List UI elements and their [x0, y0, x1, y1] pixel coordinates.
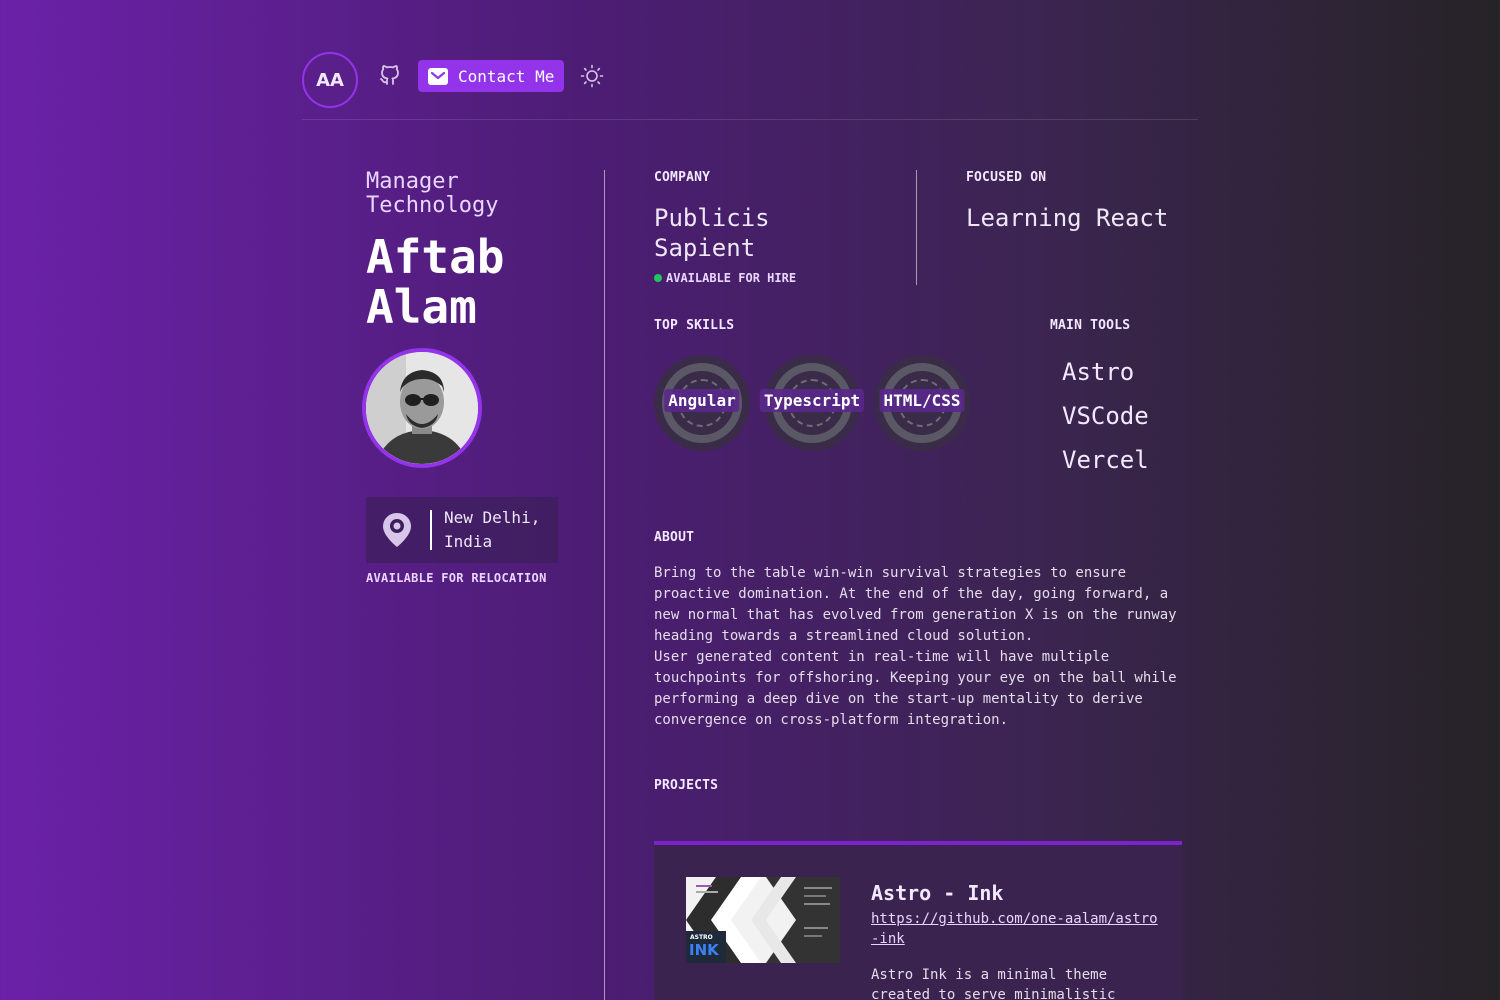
project-card[interactable]: ASTRO INK Astro - Ink https://github.com… [654, 841, 1182, 1000]
hire-status-label: AVAILABLE FOR HIRE [666, 271, 797, 285]
job-title-line2: Technology [366, 193, 499, 218]
about-text: Bring to the table win-win survival stra… [654, 563, 1184, 731]
project-description-line: Astro Ink is a minimal theme [871, 967, 1108, 983]
tool-item: Astro [1062, 358, 1135, 386]
github-icon[interactable] [378, 63, 402, 87]
project-title: Astro - Ink [871, 881, 1004, 905]
about-line: touchpoints for offshoring. Keeping your… [654, 670, 1177, 686]
skill-badge: HTML/CSS [874, 355, 970, 451]
location-line2: India [444, 532, 493, 551]
about-line: User generated content in real-time will… [654, 649, 1110, 665]
about-line: convergence on cross-platform integratio… [654, 712, 1009, 728]
about-line: performing a deep dive on the start-up m… [654, 691, 1143, 707]
company-label: COMPANY [654, 170, 711, 185]
hire-status: AVAILABLE FOR HIRE [654, 271, 894, 285]
location-box: New Delhi, India [366, 497, 558, 563]
map-pin-icon [383, 513, 411, 547]
location-line1: New Delhi, [444, 508, 541, 527]
relocation-status: AVAILABLE FOR RELOCATION [366, 571, 547, 585]
focused-value: Learning React [966, 204, 1169, 232]
person-name: Aftab Alam [366, 232, 586, 332]
project-description: Astro Ink is a minimal theme created to … [871, 965, 1161, 1000]
company-divider [916, 170, 917, 285]
company-section: COMPANY Publicis Sapient AVAILABLE FOR H… [654, 170, 894, 285]
location-divider [430, 510, 432, 550]
job-title: Manager Technology [366, 170, 586, 218]
skill-name: Typescript [759, 389, 865, 412]
skills-label: TOP SKILLS [654, 318, 735, 333]
project-thumbnail[interactable]: ASTRO INK [686, 877, 840, 963]
skill-name: Angular [664, 389, 740, 412]
skills-list: Angular Typescript HTML/CSS [654, 355, 994, 455]
contact-me-label: Contact Me [458, 66, 555, 86]
job-title-line1: Manager [366, 169, 459, 194]
skill-badge: Typescript [759, 355, 865, 451]
about-line: proactive domination. At the end of the … [654, 586, 1169, 602]
company-name-line2: Sapient [654, 234, 756, 262]
sun-icon[interactable] [580, 64, 604, 88]
column-divider [604, 170, 605, 1000]
location-text: New Delhi, India [444, 506, 540, 554]
tool-item: Vercel [1062, 446, 1149, 474]
project-link[interactable]: https://github.com/one-aalam/astro-ink [871, 909, 1161, 949]
contact-me-button[interactable]: Contact Me [418, 60, 564, 92]
thumb-text-top: ASTRO [690, 934, 713, 941]
avatar [362, 348, 482, 468]
about-line: heading towards a streamlined cloud solu… [654, 628, 1034, 644]
mail-icon [428, 67, 448, 85]
focused-label: FOCUSED ON [966, 170, 1047, 185]
status-dot [654, 274, 662, 282]
profile-column: Manager Technology Aftab Alam New Delhi, [362, 170, 586, 585]
skill-name: HTML/CSS [879, 389, 965, 412]
project-description-line: created to serve minimalistic [871, 987, 1116, 1000]
thumb-text-big: INK [689, 941, 720, 959]
tools-list: Astro VSCode Vercel [1050, 350, 1200, 482]
company-name-line1: Publicis [654, 204, 770, 232]
logo-initials[interactable]: AA [302, 52, 358, 108]
about-line: Bring to the table win-win survival stra… [654, 565, 1127, 581]
person-name-line1: Aftab [366, 230, 505, 284]
about-section: ABOUT Bring to the table win-win surviva… [654, 530, 1184, 731]
skill-badge: Angular [654, 355, 750, 451]
about-line: new normal that has evolved from generat… [654, 607, 1177, 623]
company-name: Publicis Sapient [654, 203, 894, 263]
projects-label: PROJECTS [654, 778, 719, 793]
person-name-line2: Alam [366, 280, 477, 334]
skills-section: TOP SKILLS Angular Typescript HTML/CSS [654, 318, 994, 455]
tool-item: VSCode [1062, 402, 1149, 430]
about-label: ABOUT [654, 530, 695, 545]
focused-section: FOCUSED ON Learning React [966, 170, 1186, 233]
site-header: AA Contact Me [302, 52, 1198, 120]
tools-label: MAIN TOOLS [1050, 318, 1131, 333]
tools-section: MAIN TOOLS Astro VSCode Vercel [1050, 318, 1200, 482]
